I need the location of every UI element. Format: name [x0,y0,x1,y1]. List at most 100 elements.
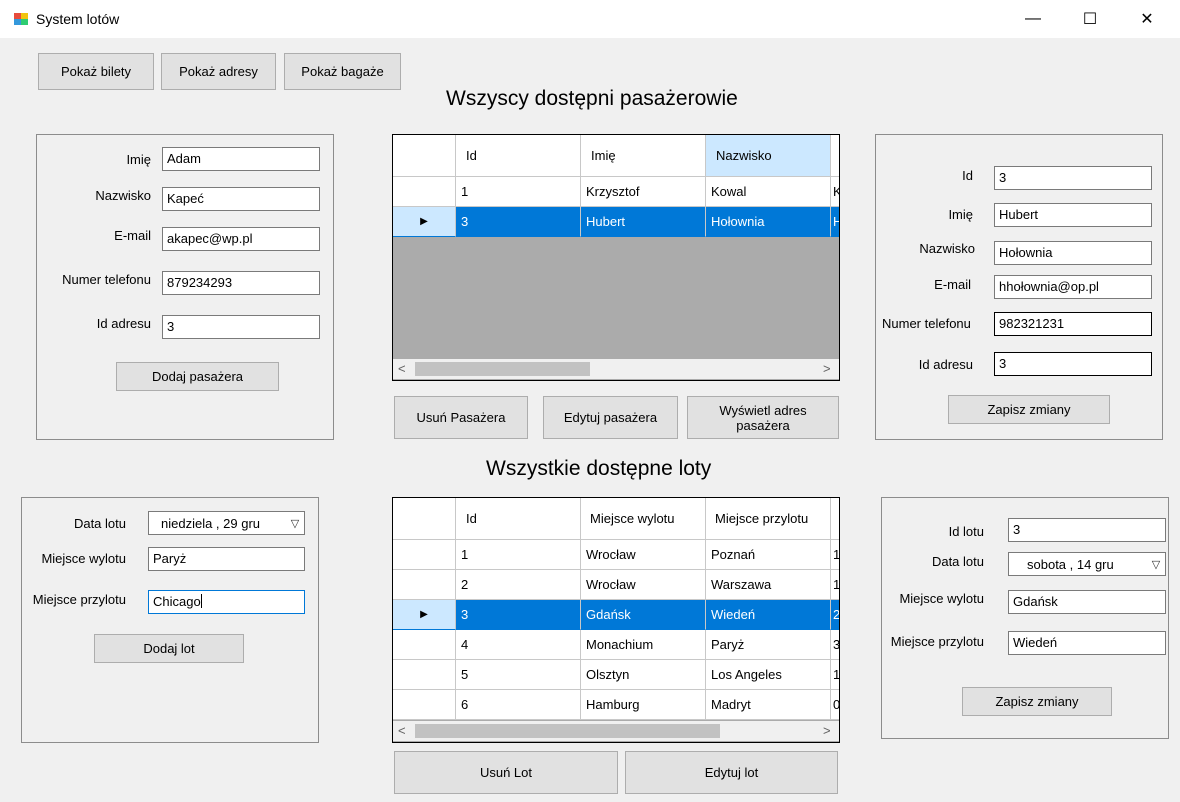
cell-extra[interactable]: 1 [831,660,839,690]
cell-departure[interactable]: Olsztyn [581,660,706,690]
scroll-left-icon[interactable]: < [398,361,406,376]
edit-flight-date-picker[interactable]: sobota , 14 gru ▽ [1008,552,1166,576]
edit-arrival-field[interactable]: Wiedeń [1008,631,1166,655]
row-header[interactable] [393,570,456,600]
add-passenger-button[interactable]: Dodaj pasażera [116,362,279,391]
cell-extra[interactable]: K [831,177,839,207]
cell-id[interactable]: 6 [456,690,581,720]
cell-extra[interactable]: H [831,207,839,237]
column-header-id[interactable]: Id [456,135,581,177]
cell-extra[interactable]: 1 [831,570,839,600]
edit-first-name-field[interactable]: Hubert [994,203,1152,227]
column-header-arrival[interactable]: Miejsce przylotu [706,498,831,540]
table-row[interactable]: ▶ 3 Gdańsk Wiedeń 2 [393,600,839,630]
cell-departure[interactable]: Wrocław [581,540,706,570]
cell-first-name[interactable]: Krzysztof [581,177,706,207]
delete-flight-button[interactable]: Usuń Lot [394,751,618,794]
edit-last-name-field[interactable]: Hołownia [994,241,1152,265]
table-row[interactable]: 1 Krzysztof Kowal K [393,177,839,207]
phone-field[interactable]: 879234293 [162,271,320,295]
column-header-id[interactable]: Id [456,498,581,540]
scroll-left-icon[interactable]: < [398,723,406,738]
cell-extra[interactable]: 1 [831,540,839,570]
email-field[interactable]: akapec@wp.pl [162,227,320,251]
cell-last-name[interactable]: Hołownia [706,207,831,237]
cell-departure[interactable]: Hamburg [581,690,706,720]
edit-departure-field[interactable]: Gdańsk [1008,590,1166,614]
first-name-field[interactable]: Adam [162,147,320,171]
scrollbar-thumb[interactable] [415,724,720,738]
show-baggage-button[interactable]: Pokaż bagaże [284,53,401,90]
close-icon[interactable]: ✕ [1120,0,1174,38]
cell-id[interactable]: 4 [456,630,581,660]
row-header[interactable] [393,177,456,207]
horizontal-scrollbar[interactable]: < > [393,359,839,379]
row-header[interactable]: ▶ [393,207,456,237]
cell-departure[interactable]: Gdańsk [581,600,706,630]
edit-flight-id-field[interactable]: 3 [1008,518,1166,542]
cell-id[interactable]: 2 [456,570,581,600]
show-addresses-button[interactable]: Pokaż adresy [161,53,276,90]
show-passenger-address-button[interactable]: Wyświetl adres pasażera [687,396,839,439]
scrollbar-thumb[interactable] [415,362,590,376]
address-id-field[interactable]: 3 [162,315,320,339]
edit-id-field[interactable]: 3 [994,166,1152,190]
cell-id[interactable]: 1 [456,540,581,570]
arrival-field[interactable]: Chicago [148,590,305,614]
column-header-departure[interactable]: Miejsce wylotu [581,498,706,540]
cell-arrival[interactable]: Paryż [706,630,831,660]
row-header[interactable] [393,660,456,690]
cell-arrival[interactable]: Warszawa [706,570,831,600]
scroll-right-icon[interactable]: > [823,723,831,738]
table-row[interactable]: 2 Wrocław Warszawa 1 [393,570,839,600]
cell-departure[interactable]: Monachium [581,630,706,660]
minimize-icon[interactable]: — [1006,0,1060,38]
horizontal-scrollbar[interactable]: < > [393,721,839,741]
row-header[interactable] [393,630,456,660]
edit-phone-field[interactable]: 982321231 [994,312,1152,336]
edit-email-field[interactable]: hhołownia@op.pl [994,275,1152,299]
cell-last-name[interactable]: Kowal [706,177,831,207]
table-row[interactable]: 1 Wrocław Poznań 1 [393,540,839,570]
chevron-down-icon[interactable]: ▽ [1147,558,1165,571]
cell-id[interactable]: 3 [456,207,581,237]
row-header[interactable]: ▶ [393,600,456,630]
table-row[interactable]: 6 Hamburg Madryt 0 [393,690,839,720]
cell-first-name[interactable]: Hubert [581,207,706,237]
passengers-grid[interactable]: Id Imię Nazwisko 1 Krzysztof Kowal K ▶ 3… [392,134,840,381]
table-row[interactable]: 4 Monachium Paryż 3 [393,630,839,660]
table-row[interactable]: ▶ 3 Hubert Hołownia H [393,207,839,237]
cell-extra[interactable]: 3 [831,630,839,660]
cell-arrival[interactable]: Los Angeles [706,660,831,690]
table-row[interactable]: 5 Olsztyn Los Angeles 1 [393,660,839,690]
arrival-field-value: Chicago [153,594,201,609]
delete-passenger-button[interactable]: Usuń Pasażera [394,396,528,439]
flight-date-picker[interactable]: niedziela , 29 gru ▽ [148,511,305,535]
edit-passenger-button[interactable]: Edytuj pasażera [543,396,678,439]
departure-field[interactable]: Paryż [148,547,305,571]
last-name-field[interactable]: Kapeć [162,187,320,211]
show-tickets-button[interactable]: Pokaż bilety [38,53,154,90]
cell-arrival[interactable]: Madryt [706,690,831,720]
flights-grid[interactable]: Id Miejsce wylotu Miejsce przylotu 1 Wro… [392,497,840,743]
cell-id[interactable]: 1 [456,177,581,207]
maximize-icon[interactable]: ☐ [1063,0,1117,38]
column-header-last-name[interactable]: Nazwisko [706,135,831,177]
save-flight-button[interactable]: Zapisz zmiany [962,687,1112,716]
save-passenger-button[interactable]: Zapisz zmiany [948,395,1110,424]
scroll-right-icon[interactable]: > [823,361,831,376]
cell-extra[interactable]: 0 [831,690,839,720]
cell-id[interactable]: 3 [456,600,581,630]
row-header[interactable] [393,690,456,720]
cell-id[interactable]: 5 [456,660,581,690]
cell-arrival[interactable]: Poznań [706,540,831,570]
column-header-first-name[interactable]: Imię [581,135,706,177]
cell-arrival[interactable]: Wiedeń [706,600,831,630]
chevron-down-icon[interactable]: ▽ [286,517,304,530]
edit-flight-button[interactable]: Edytuj lot [625,751,838,794]
edit-address-id-field[interactable]: 3 [994,352,1152,376]
cell-departure[interactable]: Wrocław [581,570,706,600]
add-flight-button[interactable]: Dodaj lot [94,634,244,663]
row-header[interactable] [393,540,456,570]
cell-extra[interactable]: 2 [831,600,839,630]
